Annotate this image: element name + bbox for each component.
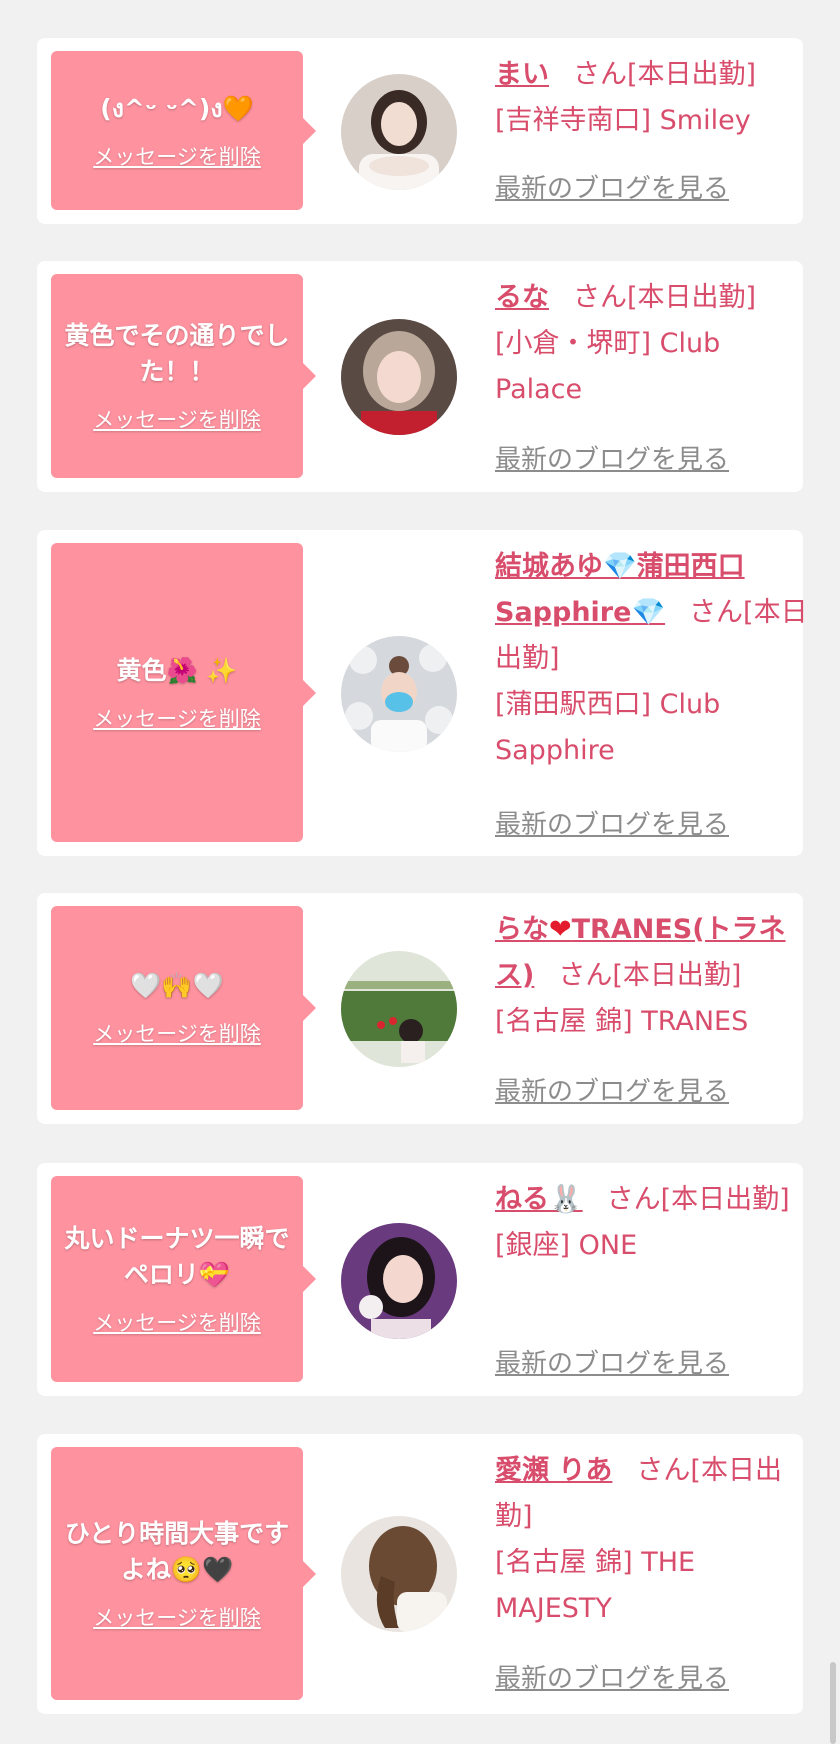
message-text: 🤍🙌🤍 bbox=[130, 971, 224, 1000]
cast-name-link[interactable]: ねる🐰 bbox=[495, 1184, 583, 1215]
rabbit-icon: 🐰 bbox=[549, 1184, 583, 1215]
cast-name-part: ねる bbox=[495, 1184, 549, 1215]
delete-message-link[interactable]: メッセージを削除 bbox=[93, 141, 261, 171]
latest-blog-link[interactable]: 最新のブログを見る bbox=[495, 168, 729, 205]
shop-info: [名古屋 錦] THE MAJESTY bbox=[495, 1547, 696, 1624]
message-bubble: (ง^ᵕ ᵕ^)ง🧡 メッセージを削除 bbox=[51, 51, 316, 210]
message-bubble: 🤍🙌🤍 メッセージを削除 bbox=[51, 906, 316, 1110]
shop-info: [名古屋 錦] TRANES bbox=[495, 1006, 749, 1037]
gem-icon: 💎 bbox=[603, 551, 637, 582]
delete-message-link[interactable]: メッセージを削除 bbox=[93, 404, 261, 434]
message-text: 丸いドーナツ一瞬でペロリ💝 bbox=[64, 1224, 290, 1289]
honorific-status: さん[本日出勤] bbox=[558, 960, 742, 991]
cast-info: ねる🐰 さん[本日出勤] [銀座] ONE bbox=[495, 1177, 815, 1269]
cast-info: らな❤TRANES(トラネス) さん[本日出勤] [名古屋 錦] TRANES bbox=[495, 907, 815, 1045]
cast-name-link[interactable]: まい bbox=[495, 59, 549, 90]
cast-name-part: らな bbox=[495, 914, 549, 945]
message-card: 🤍🙌🤍 メッセージを削除 らな❤TRANES(トラネス) さん[本日出勤] [名古… bbox=[37, 893, 803, 1124]
shop-info: [銀座] ONE bbox=[495, 1230, 638, 1261]
message-card: ひとり時間大事ですよね🥺🖤 メッセージを削除 愛瀬 りあ さん[本日出勤] [名古… bbox=[37, 1434, 803, 1714]
delete-message-link[interactable]: メッセージを削除 bbox=[93, 1018, 261, 1048]
honorific-status: さん[本日出勤] bbox=[606, 1184, 790, 1215]
message-bubble: 黄色🌺 ✨ メッセージを削除 bbox=[51, 543, 316, 842]
cast-info: るな さん[本日出勤] [小倉・堺町] Club Palace bbox=[495, 275, 815, 413]
message-card: 黄色🌺 ✨ メッセージを削除 結城あゆ💎蒲田西口Sapphire💎 さん[本日出勤… bbox=[37, 530, 808, 856]
heart-icon: ❤ bbox=[549, 914, 572, 945]
delete-message-link[interactable]: メッセージを削除 bbox=[93, 1307, 261, 1337]
gem-icon: 💎 bbox=[631, 597, 666, 628]
message-card: (ง^ᵕ ᵕ^)ง🧡 メッセージを削除 まい さん[本日出勤] [吉祥寺南口] S… bbox=[37, 38, 803, 224]
message-bubble: ひとり時間大事ですよね🥺🖤 メッセージを削除 bbox=[51, 1447, 316, 1700]
message-bubble: 黄色でその通りでした！！ メッセージを削除 bbox=[51, 274, 316, 478]
message-text: ひとり時間大事ですよね🥺🖤 bbox=[64, 1518, 290, 1584]
honorific-status: さん[本日出勤] bbox=[573, 59, 757, 90]
honorific-status: さん[本日出勤] bbox=[573, 282, 757, 313]
cast-name-part: 結城あゆ bbox=[495, 551, 603, 582]
avatar[interactable] bbox=[341, 1516, 457, 1632]
latest-blog-link[interactable]: 最新のブログを見る bbox=[495, 1343, 729, 1380]
avatar[interactable] bbox=[341, 74, 457, 190]
message-card: 丸いドーナツ一瞬でペロリ💝 メッセージを削除 ねる🐰 さん[本日出勤] [銀座] … bbox=[37, 1163, 803, 1396]
message-text: 黄色でその通りでした！！ bbox=[64, 321, 290, 386]
shop-info: [吉祥寺南口] Smiley bbox=[495, 105, 751, 136]
shop-info: [蒲田駅西口] Club Sapphire bbox=[495, 689, 721, 766]
message-text: 黄色🌺 ✨ bbox=[116, 655, 238, 685]
cast-name-link[interactable]: るな bbox=[495, 282, 549, 313]
shop-info: [小倉・堺町] Club Palace bbox=[495, 328, 721, 405]
message-text: (ง^ᵕ ᵕ^)ง🧡 bbox=[100, 93, 254, 123]
avatar[interactable] bbox=[341, 319, 457, 435]
message-card: 黄色でその通りでした！！ メッセージを削除 るな さん[本日出勤] [小倉・堺町]… bbox=[37, 261, 803, 492]
avatar[interactable] bbox=[341, 951, 457, 1067]
cast-info: 愛瀬 りあ さん[本日出勤] [名古屋 錦] THE MAJESTY bbox=[495, 1448, 815, 1632]
avatar[interactable] bbox=[341, 636, 457, 752]
cast-info: まい さん[本日出勤] [吉祥寺南口] Smiley bbox=[495, 52, 815, 144]
message-bubble: 丸いドーナツ一瞬でペロリ💝 メッセージを削除 bbox=[51, 1176, 316, 1382]
latest-blog-link[interactable]: 最新のブログを見る bbox=[495, 439, 729, 476]
latest-blog-link[interactable]: 最新のブログを見る bbox=[495, 1658, 729, 1695]
scrollbar[interactable] bbox=[830, 1662, 836, 1744]
cast-info: 結城あゆ💎蒲田西口Sapphire💎 さん[本日出勤] [蒲田駅西口] Club … bbox=[495, 544, 815, 774]
delete-message-link[interactable]: メッセージを削除 bbox=[93, 1602, 261, 1632]
latest-blog-link[interactable]: 最新のブログを見る bbox=[495, 1071, 729, 1108]
avatar[interactable] bbox=[341, 1223, 457, 1339]
delete-message-link[interactable]: メッセージを削除 bbox=[93, 703, 261, 733]
latest-blog-link[interactable]: 最新のブログを見る bbox=[495, 804, 729, 841]
cast-name-link[interactable]: 愛瀬 りあ bbox=[495, 1455, 612, 1486]
